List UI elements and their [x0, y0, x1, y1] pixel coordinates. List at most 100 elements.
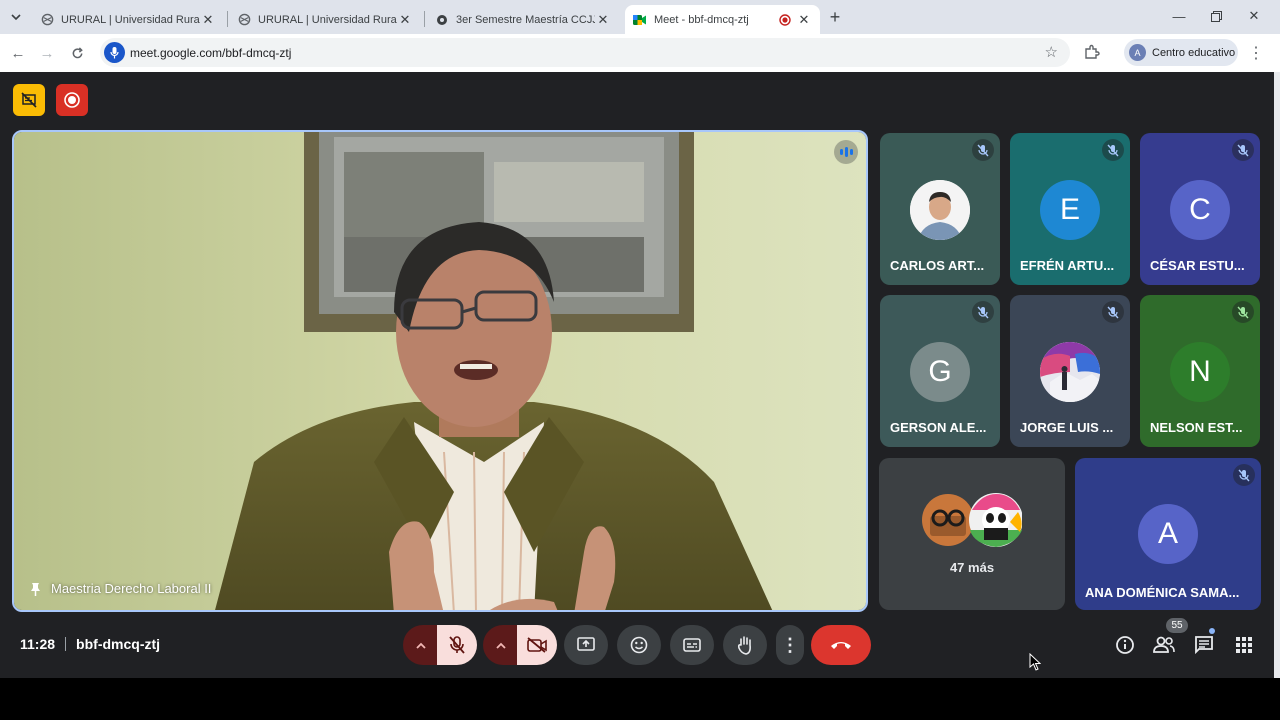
forward-arrow-icon[interactable]: → [37, 43, 57, 63]
close-window-icon[interactable]: ✕ [1242, 6, 1266, 26]
bookmark-star-icon[interactable]: ☆ [1045, 43, 1058, 61]
mic-off-icon [1232, 139, 1254, 161]
tab-urural-2[interactable]: URURAL | Universidad Rural de ✕ [229, 5, 421, 34]
present-to-all-icon [577, 637, 595, 651]
microphone-in-use-icon[interactable] [104, 42, 125, 63]
tab-urural-1[interactable]: URURAL | Universidad Rural de ✕ [32, 5, 224, 34]
participant-name: CÉSAR ESTU... [1150, 258, 1245, 273]
letterbox-bottom [0, 678, 1280, 720]
participant-tile[interactable]: N NELSON EST... [1140, 295, 1260, 447]
avatar: A [1129, 44, 1146, 61]
more-participants-tile[interactable]: 47 más [879, 458, 1065, 610]
mouse-cursor-icon [1029, 653, 1041, 671]
clock: 11:28 [20, 636, 56, 652]
activities-button[interactable] [1232, 633, 1256, 657]
avatar: G [910, 342, 970, 402]
address-bar[interactable]: meet.google.com/bbf-dmcq-ztj ☆ [100, 38, 1070, 67]
people-button[interactable] [1152, 633, 1176, 657]
participant-photo [1040, 342, 1100, 402]
mic-off-icon [1102, 301, 1124, 323]
call-end-icon [831, 642, 851, 649]
participant-name: ANA DOMÉNICA SAMA... [1085, 585, 1240, 600]
close-tab-icon[interactable]: ✕ [397, 12, 413, 28]
audio-options-button[interactable] [403, 625, 439, 665]
profile-button[interactable]: A Centro educativo [1124, 39, 1238, 66]
participant-tile[interactable]: JORGE LUIS ... [1010, 295, 1130, 447]
speaking-indicator-icon [834, 140, 858, 164]
recording-indicator[interactable] [56, 84, 88, 116]
new-tab-icon[interactable]: + [826, 7, 844, 27]
profile-label: Centro educativo [1152, 46, 1236, 59]
avatar: A [1138, 504, 1198, 564]
microphone-toggle-button[interactable] [437, 625, 477, 665]
raise-hand-button[interactable] [723, 625, 767, 665]
people-icon [1153, 636, 1175, 653]
avatar: E [1040, 180, 1100, 240]
close-tab-icon[interactable]: ✕ [595, 12, 611, 28]
participant-tile[interactable]: A ANA DOMÉNICA SAMA... [1075, 458, 1261, 610]
url-text: meet.google.com/bbf-dmcq-ztj [130, 46, 292, 60]
participant-photo [910, 180, 970, 240]
recording-icon [778, 13, 792, 27]
tab-title: URURAL | Universidad Rural de [61, 13, 200, 26]
closed-caption-icon [683, 638, 701, 652]
minimize-icon[interactable]: — [1167, 6, 1191, 26]
chat-button[interactable] [1192, 633, 1216, 657]
participant-tile[interactable]: G GERSON ALE... [880, 295, 1000, 447]
presentation-off-icon [21, 92, 37, 108]
tab-meet[interactable]: Meet - bbf-dmcq-ztj ✕ [625, 5, 820, 34]
avatar: N [1170, 342, 1230, 402]
mic-off-icon [1233, 464, 1255, 486]
captions-button[interactable] [670, 625, 714, 665]
extensions-puzzle-icon[interactable] [1083, 43, 1101, 61]
site-icon [237, 13, 251, 27]
main-speaker-name: Maestria Derecho Laboral II [51, 581, 212, 596]
participant-name: JORGE LUIS ... [1020, 420, 1114, 435]
divider [65, 637, 67, 651]
others-count: 47 más [949, 560, 995, 575]
participant-tile[interactable]: E EFRÉN ARTU... [1010, 133, 1130, 285]
participant-name: GERSON ALE... [890, 420, 987, 435]
tab-divider [424, 11, 425, 27]
browser-tab-bar: URURAL | Universidad Rural de ✕ URURAL |… [0, 0, 1280, 34]
video-options-button[interactable] [483, 625, 519, 665]
more-options-button[interactable]: ⋮ [776, 625, 804, 665]
leave-call-button[interactable] [811, 625, 871, 665]
camera-toggle-button[interactable] [517, 625, 557, 665]
tab-semestre[interactable]: 3er Semestre Maestría CCJJ ✕ [427, 5, 619, 34]
participant-tile[interactable]: C CÉSAR ESTU... [1140, 133, 1260, 285]
chevron-up-icon [496, 642, 506, 649]
participant-count-badge: 55 [1166, 618, 1188, 633]
tab-title: Meet - bbf-dmcq-ztj [654, 13, 749, 26]
browser-toolbar: ← → meet.google.com/bbf-dmcq-ztj ☆ A Cen… [0, 34, 1280, 72]
info-icon [1116, 636, 1134, 654]
main-speaker-tile[interactable]: Maestria Derecho Laboral II [12, 130, 868, 612]
chat-icon [1195, 636, 1213, 655]
restore-icon[interactable] [1204, 6, 1228, 26]
meeting-code: bbf-dmcq-ztj [76, 636, 161, 652]
browser-menu-icon[interactable]: ⋮ [1246, 43, 1266, 63]
close-tab-icon[interactable]: ✕ [796, 12, 812, 28]
hand-icon [737, 636, 751, 655]
reload-icon[interactable] [67, 43, 87, 63]
apps-grid-icon [1236, 637, 1252, 653]
site-icon [435, 13, 449, 27]
participant-name: CARLOS ART... [890, 258, 985, 273]
avatar: C [1170, 180, 1230, 240]
no-video-notice-button[interactable] [13, 84, 45, 116]
participant-name: NELSON EST... [1150, 420, 1243, 435]
window-edge [1274, 72, 1280, 678]
meeting-info-button[interactable] [1113, 633, 1137, 657]
reactions-button[interactable] [617, 625, 661, 665]
present-screen-button[interactable] [564, 625, 608, 665]
mic-off-icon [972, 301, 994, 323]
participant-tile[interactable]: CARLOS ART... [880, 133, 1000, 285]
mic-off-icon [1232, 301, 1254, 323]
tab-title: 3er Semestre Maestría CCJJ [456, 13, 595, 26]
tab-search-button[interactable] [6, 7, 26, 27]
meet-stage: Maestria Derecho Laboral II CARLOS ART..… [0, 72, 1274, 678]
meeting-details: 11:28 bbf-dmcq-ztj [20, 636, 160, 652]
back-arrow-icon[interactable]: ← [8, 43, 28, 63]
close-tab-icon[interactable]: ✕ [200, 12, 216, 28]
emoji-icon [630, 636, 648, 654]
